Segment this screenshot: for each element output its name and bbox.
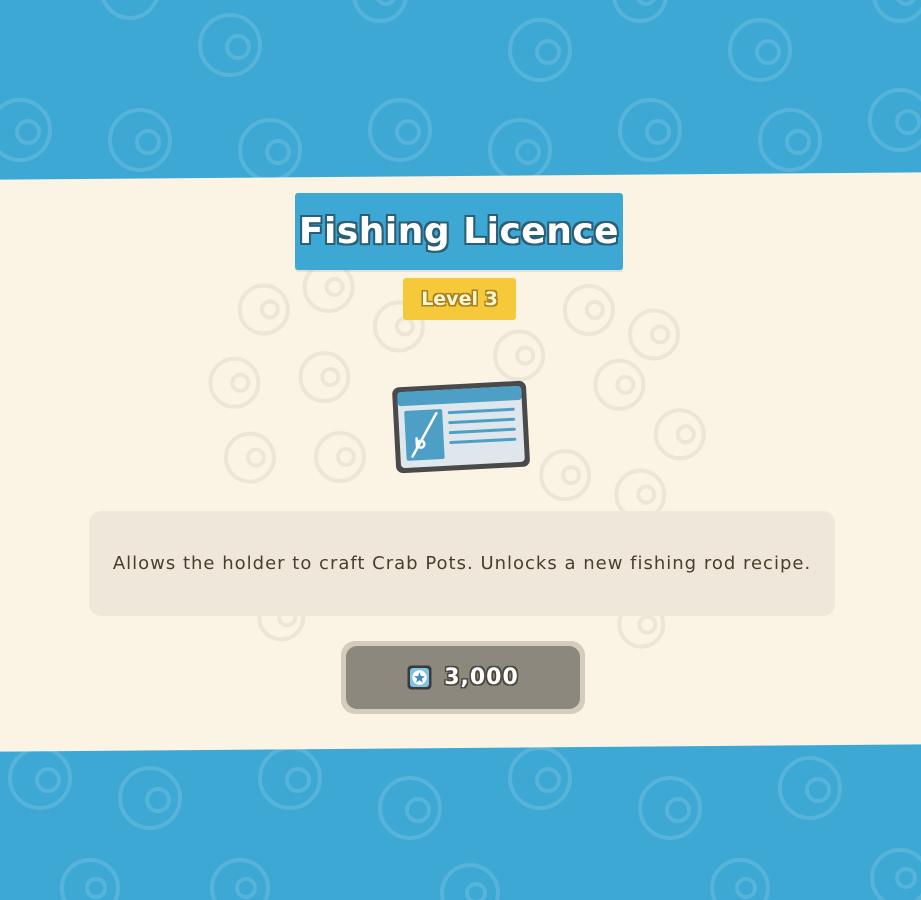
item-description: Allows the holder to craft Crab Pots. Un… [112,552,812,574]
background-pattern-top [0,0,921,190]
title-banner: Fishing Licence [295,193,623,270]
fish-pattern-top [0,0,921,182]
fish-pattern-bottom [8,746,921,900]
background-pattern-bottom [0,738,921,900]
buy-price-button-inner[interactable]: 3,000 [346,646,580,709]
level-label: Level 3 [421,288,498,310]
buy-price-button[interactable]: 3,000 [341,641,585,714]
price-amount: 3,000 [444,665,519,690]
bells-coin-icon [407,665,432,690]
description-box: Allows the holder to craft Crab Pots. Un… [89,511,835,616]
fishing-licence-card-icon [388,374,534,478]
item-title: Fishing Licence [298,211,620,252]
level-badge: Level 3 [403,278,516,320]
